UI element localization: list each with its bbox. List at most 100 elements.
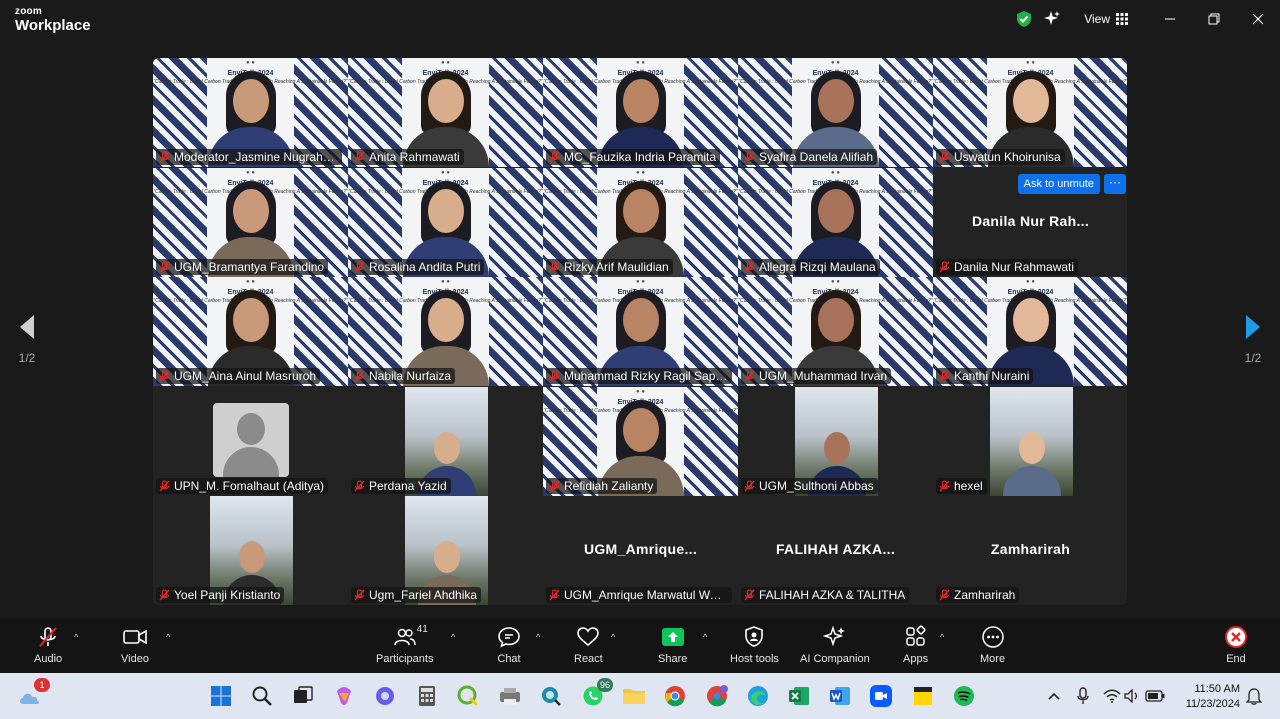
page-indicator-right: 1/2: [1244, 351, 1262, 365]
participant-tile[interactable]: ● ●EnviTalk 2024"Carbon Trade : Could Ca…: [153, 58, 348, 167]
participant-tile[interactable]: ● ●EnviTalk 2024"Carbon Trade : Could Ca…: [543, 386, 738, 496]
close-window-button[interactable]: [1236, 0, 1280, 38]
tray-chevron-icon[interactable]: [1040, 682, 1068, 710]
participants-button[interactable]: 41 Participants: [376, 624, 433, 665]
more-button[interactable]: More: [980, 624, 1005, 665]
mic-muted-icon: [549, 151, 560, 163]
excel-icon[interactable]: [785, 682, 813, 710]
shield-check-icon[interactable]: [1010, 5, 1038, 33]
sparkle-icon[interactable]: [1038, 5, 1066, 33]
react-options-caret[interactable]: ^: [611, 632, 615, 642]
mic-muted-icon: [549, 589, 560, 601]
end-meeting-button[interactable]: End: [1224, 624, 1248, 665]
host-tools-button[interactable]: Host tools: [730, 624, 779, 665]
apps-options-caret[interactable]: ^: [940, 632, 944, 642]
loop-icon[interactable]: [371, 682, 399, 710]
participant-name: UGM_Sulthoni Abbas: [759, 478, 874, 493]
qgis-icon[interactable]: [454, 682, 482, 710]
sticky-notes-icon[interactable]: [909, 682, 937, 710]
chrome-profile-icon[interactable]: [703, 682, 731, 710]
share-options-caret[interactable]: ^: [703, 632, 707, 642]
participant-name-label: UGM_Bramantya Farandino: [156, 258, 329, 275]
share-button[interactable]: Share: [658, 624, 687, 665]
participant-name: Yoel Panji Kristianto: [174, 588, 281, 602]
windows-taskbar: 1 96 11:50 AM 11/23/2024: [0, 673, 1280, 719]
participant-tile[interactable]: ● ●EnviTalk 2024"Carbon Trade : Could Ca…: [348, 167, 543, 277]
participant-tile[interactable]: ● ●EnviTalk 2024"Carbon Trade : Could Ca…: [153, 277, 348, 386]
participant-tile[interactable]: ● ●EnviTalk 2024"Carbon Trade : Could Ca…: [738, 58, 933, 167]
participant-tile[interactable]: ● ●EnviTalk 2024"Carbon Trade : Could Ca…: [738, 277, 933, 386]
file-explorer-icon[interactable]: [620, 682, 648, 710]
prev-page-button[interactable]: 1/2: [12, 314, 42, 365]
spotify-icon[interactable]: [950, 682, 978, 710]
mic-muted-icon: [744, 151, 755, 163]
participants-label: Participants: [376, 653, 434, 665]
edge-icon[interactable]: [744, 682, 772, 710]
task-view-icon[interactable]: [289, 682, 317, 710]
search-icon[interactable]: [248, 682, 276, 710]
chat-options-caret[interactable]: ^: [536, 632, 540, 642]
share-label: Share: [658, 653, 688, 665]
video-button[interactable]: Video: [121, 624, 149, 665]
audio-options-caret[interactable]: ^: [74, 632, 78, 642]
participant-tile[interactable]: ● ●EnviTalk 2024"Carbon Trade : Could Ca…: [543, 58, 738, 167]
copilot-icon[interactable]: [330, 682, 358, 710]
view-button[interactable]: View: [1084, 12, 1128, 26]
notification-bell-icon[interactable]: [1240, 682, 1268, 710]
minimize-button[interactable]: [1148, 0, 1192, 38]
apps-button[interactable]: Apps: [903, 624, 928, 665]
calculator-icon[interactable]: [413, 682, 441, 710]
participant-tile[interactable]: ● ●EnviTalk 2024"Carbon Trade : Could Ca…: [933, 58, 1127, 167]
participant-tile[interactable]: ● ●EnviTalk 2024"Carbon Trade : Could Ca…: [543, 167, 738, 277]
participant-name: Muhammad Rizky Ragil Saput...: [564, 369, 728, 383]
video-options-caret[interactable]: ^: [166, 632, 170, 642]
audio-button[interactable]: Audio: [34, 624, 62, 665]
participant-tile[interactable]: Perdana Yazid: [348, 386, 543, 496]
participant-tile[interactable]: ● ●EnviTalk 2024"Carbon Trade : Could Ca…: [738, 167, 933, 277]
zoom-app-icon[interactable]: [867, 682, 895, 710]
meeting-stage: 1/2 1/2 ● ●EnviTalk 2024"Carbon Trade : …: [0, 42, 1280, 618]
weather-icon[interactable]: 1: [16, 678, 50, 710]
word-icon[interactable]: [826, 682, 854, 710]
system-clock[interactable]: 11:50 AM 11/23/2024: [1186, 682, 1240, 712]
tile-more-options-button[interactable]: ···: [1104, 173, 1126, 194]
participant-tile[interactable]: ● ●EnviTalk 2024"Carbon Trade : Could Ca…: [933, 277, 1127, 386]
participant-tile[interactable]: ● ●EnviTalk 2024"Carbon Trade : Could Ca…: [348, 277, 543, 386]
participant-tile[interactable]: ● ●EnviTalk 2024"Carbon Trade : Could Ca…: [348, 58, 543, 167]
participant-tile[interactable]: Yoel Panji Kristianto: [153, 496, 348, 605]
battery-icon[interactable]: [1141, 682, 1169, 710]
react-button[interactable]: React: [574, 624, 603, 665]
participant-tile[interactable]: Ugm_Fariel Ahdhika: [348, 496, 543, 605]
host-tools-label: Host tools: [730, 653, 779, 665]
next-page-button[interactable]: 1/2: [1238, 314, 1268, 365]
chat-button[interactable]: Chat: [497, 624, 521, 665]
participant-name-label: Perdana Yazid: [351, 477, 451, 494]
participants-options-caret[interactable]: ^: [451, 632, 455, 642]
microphone-tray-icon[interactable]: [1069, 682, 1097, 710]
participant-tile[interactable]: Zamharirah Zamharirah: [933, 496, 1127, 605]
chrome-icon[interactable]: [661, 682, 689, 710]
participant-tile[interactable]: Danila Nur Rah... Ask to unmute ··· Danila …: [933, 167, 1127, 277]
participant-tile[interactable]: UGM_Amrique... UGM_Amrique Marwatul Wafi.…: [543, 496, 738, 605]
start-menu-icon[interactable]: [207, 682, 235, 710]
participant-name-label: UGM_Amrique Marwatul Wafi...: [546, 587, 732, 603]
mic-muted-icon: [939, 370, 950, 382]
participant-tile[interactable]: UGM_Sulthoni Abbas: [738, 386, 933, 496]
ask-to-unmute-button[interactable]: Ask to unmute: [1017, 173, 1100, 194]
participant-display-name: Zamharirah: [990, 541, 1071, 557]
globe-search-icon[interactable]: [537, 682, 565, 710]
ai-companion-button[interactable]: AI Companion: [800, 624, 870, 665]
participant-tile[interactable]: UPN_M. Fomalhaut (Aditya): [153, 386, 348, 496]
participant-tile[interactable]: ● ●EnviTalk 2024"Carbon Trade : Could Ca…: [153, 167, 348, 277]
mic-muted-icon: [354, 260, 365, 272]
whatsapp-icon[interactable]: 96: [579, 678, 613, 710]
chevron-right-icon: [1246, 315, 1260, 339]
participant-tile[interactable]: ● ●EnviTalk 2024"Carbon Trade : Could Ca…: [543, 277, 738, 386]
restore-button[interactable]: [1192, 0, 1236, 38]
mic-muted-icon: [159, 260, 170, 272]
participant-name: Nabila Nurfaiza: [369, 369, 452, 383]
printer-app-icon[interactable]: [496, 682, 524, 710]
participant-tile[interactable]: FALIHAH AZKA... FALIHAH AZKA & TALITHA: [738, 496, 933, 605]
participant-tile[interactable]: hexel: [933, 386, 1127, 496]
zoom-logo: zoom Workplace: [15, 7, 91, 34]
